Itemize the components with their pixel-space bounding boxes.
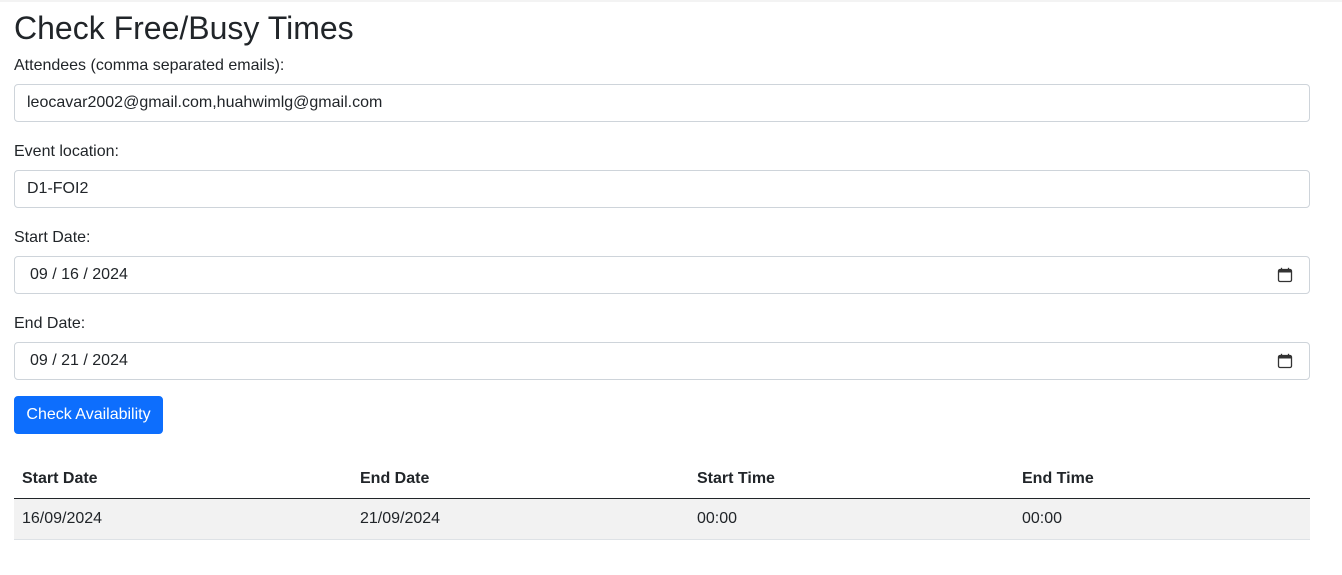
top-border [0,0,1342,2]
check-availability-button[interactable]: Check Availability [14,396,163,434]
table-header-row: Start Date End Date Start Time End Time [14,460,1310,499]
cell-end-date: 21/09/2024 [352,498,689,540]
location-label: Event location: [14,143,119,160]
attendees-input[interactable]: leocavar2002@gmail.com,huahwimlg@gmail.c… [14,84,1310,122]
location-input[interactable]: D1-FOI2 [14,170,1310,208]
column-header-end-time[interactable]: End Time [1014,460,1310,499]
calendar-icon[interactable] [1277,353,1293,369]
table-row: 16/09/2024 21/09/2024 00:00 00:00 [14,498,1310,540]
cell-start-time: 00:00 [689,498,1014,540]
end-date-label: End Date: [14,315,86,332]
end-date-value: 09 / 21 / 2024 [30,352,128,369]
column-header-start-time[interactable]: Start Time [689,460,1014,499]
attendees-label: Attendees (comma separated emails): [14,57,285,74]
start-date-value: 09 / 16 / 2024 [30,266,128,283]
column-header-end-date[interactable]: End Date [352,460,689,499]
end-date-input[interactable]: 09 / 21 / 2024 [14,342,1310,380]
start-date-label: Start Date: [14,229,91,246]
calendar-icon[interactable] [1277,267,1293,283]
cell-end-time: 00:00 [1014,498,1310,540]
attendees-input-value: leocavar2002@gmail.com,huahwimlg@gmail.c… [27,94,383,111]
column-header-start-date[interactable]: Start Date [14,460,352,499]
page-title: Check Free/Busy Times [14,10,354,46]
cell-start-date: 16/09/2024 [14,498,352,540]
start-date-input[interactable]: 09 / 16 / 2024 [14,256,1310,294]
location-input-value: D1-FOI2 [27,180,89,197]
availability-table: Start Date End Date Start Time End Time … [14,460,1310,540]
